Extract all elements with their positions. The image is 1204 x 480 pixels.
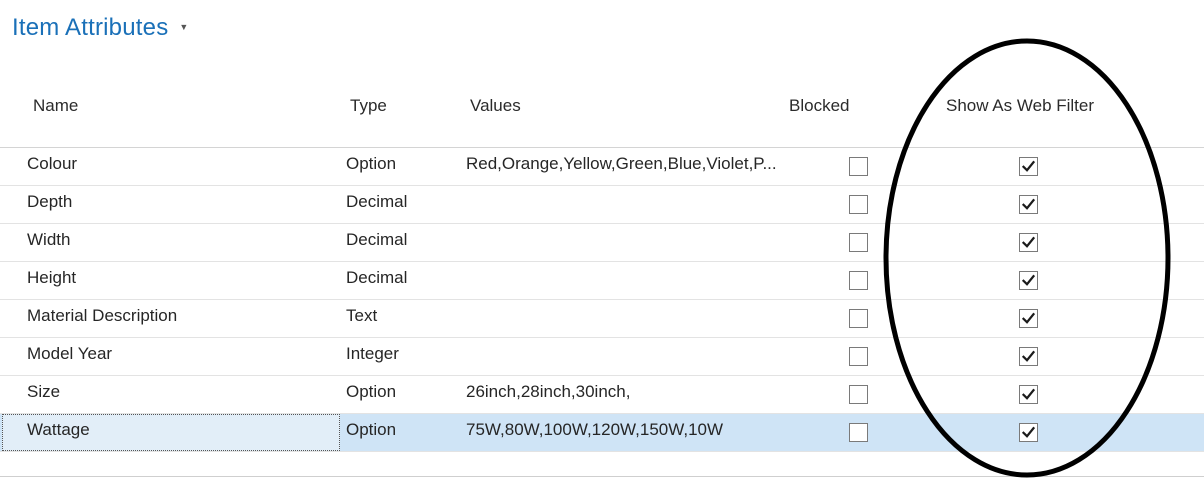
attribute-values[interactable]: 26inch,28inch,30inch, [466,382,630,402]
attribute-name[interactable]: Material Description [27,306,177,326]
blocked-checkbox[interactable] [849,347,868,366]
title-bar: Item Attributes ▼ [12,14,188,42]
checkmark-icon [1022,274,1035,287]
item-attributes-page: Item Attributes ▼ Name Type Values Block… [0,0,1204,480]
attribute-type[interactable]: Option [346,382,396,402]
checkmark-icon [1022,350,1035,363]
table-row[interactable]: Width Decimal [0,224,1204,262]
blocked-checkbox[interactable] [849,157,868,176]
show-as-web-filter-checkbox[interactable] [1019,347,1038,366]
blocked-checkbox[interactable] [849,385,868,404]
attribute-type[interactable]: Decimal [346,230,407,250]
column-header-blocked[interactable]: Blocked [789,96,849,116]
table-row[interactable]: Material Description Text [0,300,1204,338]
column-headers: Name Type Values Blocked Show As Web Fil… [0,96,1204,120]
blocked-checkbox[interactable] [849,233,868,252]
table-row[interactable]: Size Option 26inch,28inch,30inch, [0,376,1204,414]
blocked-checkbox[interactable] [849,195,868,214]
attribute-type[interactable]: Option [346,420,396,440]
show-as-web-filter-checkbox[interactable] [1019,385,1038,404]
attribute-name[interactable]: Colour [27,154,77,174]
table-row[interactable]: Height Decimal [0,262,1204,300]
blocked-checkbox[interactable] [849,309,868,328]
show-as-web-filter-checkbox[interactable] [1019,157,1038,176]
table-row[interactable]: Wattage Option 75W,80W,100W,120W,150W,10W [0,414,1204,452]
checkmark-icon [1022,426,1035,439]
attribute-type[interactable]: Decimal [346,268,407,288]
checkmark-icon [1022,160,1035,173]
show-as-web-filter-checkbox[interactable] [1019,423,1038,442]
show-as-web-filter-checkbox[interactable] [1019,233,1038,252]
attribute-name[interactable]: Model Year [27,344,112,364]
table-row[interactable]: Depth Decimal [0,186,1204,224]
bottom-divider [0,476,1204,477]
caret-down-icon[interactable]: ▼ [179,22,188,32]
attribute-name[interactable]: Size [27,382,60,402]
attribute-values[interactable]: Red,Orange,Yellow,Green,Blue,Violet,P... [466,154,777,174]
checkmark-icon [1022,198,1035,211]
column-header-type[interactable]: Type [350,96,387,116]
show-as-web-filter-checkbox[interactable] [1019,195,1038,214]
blocked-checkbox[interactable] [849,423,868,442]
attribute-type[interactable]: Option [346,154,396,174]
page-title: Item Attributes [12,14,169,41]
blocked-checkbox[interactable] [849,271,868,290]
show-as-web-filter-checkbox[interactable] [1019,271,1038,290]
attributes-table: Colour Option Red,Orange,Yellow,Green,Blue… [0,148,1204,452]
attribute-type[interactable]: Integer [346,344,399,364]
table-row[interactable]: Colour Option Red,Orange,Yellow,Green,Blue… [0,148,1204,186]
checkmark-icon [1022,388,1035,401]
checkmark-icon [1022,236,1035,249]
column-header-name[interactable]: Name [33,96,78,116]
show-as-web-filter-checkbox[interactable] [1019,309,1038,328]
attribute-name[interactable]: Wattage [27,420,90,440]
attribute-name[interactable]: Depth [27,192,72,212]
attribute-type[interactable]: Decimal [346,192,407,212]
attribute-name[interactable]: Height [27,268,76,288]
checkmark-icon [1022,312,1035,325]
column-header-values[interactable]: Values [470,96,521,116]
attribute-values[interactable]: 75W,80W,100W,120W,150W,10W [466,420,723,440]
column-header-show-as-web-filter[interactable]: Show As Web Filter [946,96,1094,116]
table-row[interactable]: Model Year Integer [0,338,1204,376]
attribute-type[interactable]: Text [346,306,377,326]
attribute-name[interactable]: Width [27,230,70,250]
